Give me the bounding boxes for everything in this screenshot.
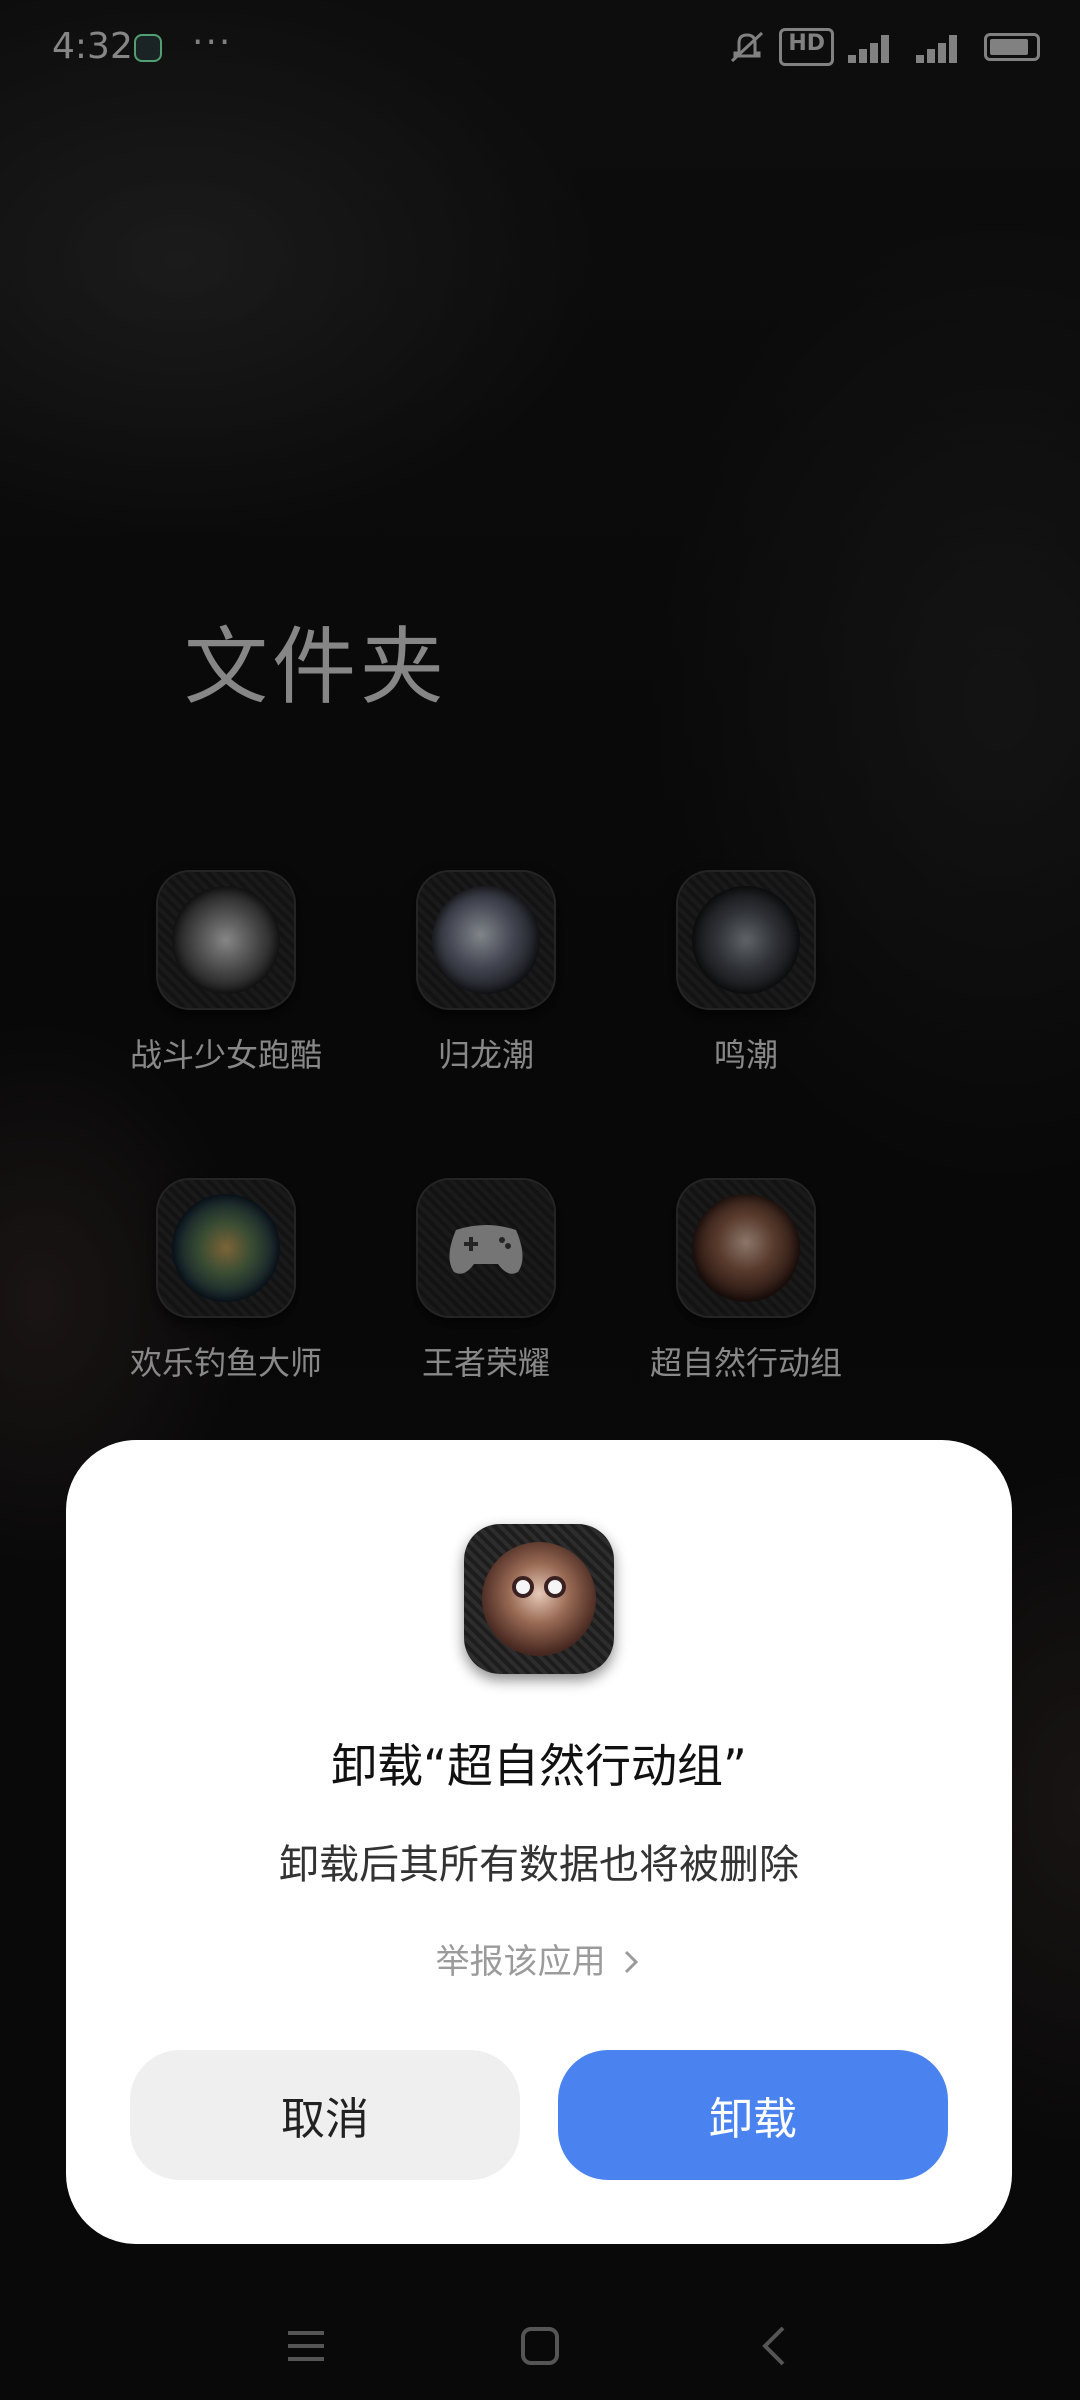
eye-icon xyxy=(544,1576,566,1598)
home-icon[interactable] xyxy=(510,2316,570,2376)
report-app-label: 举报该应用 xyxy=(435,1942,606,1982)
app-icon-art xyxy=(482,1542,596,1656)
uninstall-button[interactable]: 卸载 xyxy=(558,2050,948,2180)
menu-icon[interactable] xyxy=(276,2316,336,2376)
dialog-description: 卸载后其所有数据也将被删除 xyxy=(279,1842,799,1888)
back-icon[interactable] xyxy=(744,2316,804,2376)
chevron-right-icon xyxy=(625,1950,639,1974)
cancel-button[interactable]: 取消 xyxy=(130,2050,520,2180)
dialog-title: 卸载“超自然行动组” xyxy=(331,1739,747,1793)
report-app-link[interactable]: 举报该应用 xyxy=(66,1934,1012,1983)
navigation-bar xyxy=(0,2290,1080,2400)
supernatural-app-icon xyxy=(464,1524,614,1674)
uninstall-dialog: 卸载“超自然行动组” 卸载后其所有数据也将被删除 举报该应用 取消 卸载 xyxy=(66,1440,1012,2244)
eye-icon xyxy=(512,1576,534,1598)
